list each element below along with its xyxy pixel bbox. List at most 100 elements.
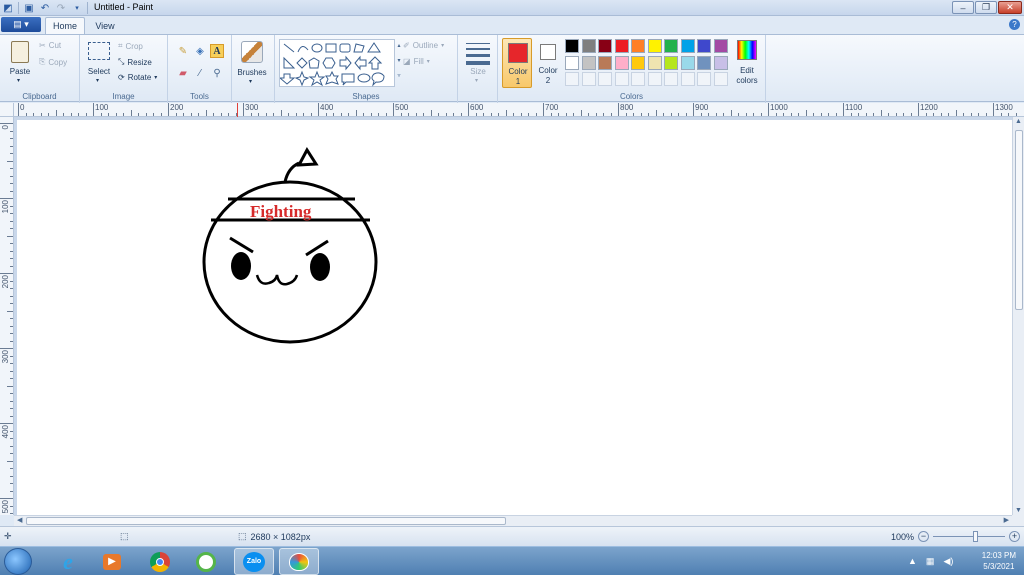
tab-home[interactable]: Home [45,17,85,34]
start-button[interactable] [4,548,32,575]
taskbar-media-player[interactable]: ▶ [92,548,132,575]
custom-color-slot[interactable] [631,72,645,86]
shapes-gallery[interactable] [278,39,395,87]
custom-color-slot[interactable] [697,72,711,86]
zoom-out-button[interactable]: − [918,531,930,542]
scroll-up-arrow[interactable]: ▲ [1015,118,1022,125]
color-swatch[interactable] [680,39,695,53]
zoom-slider[interactable] [933,531,1006,542]
ruler-tick [7,460,13,462]
taskbar-paint[interactable] [279,548,319,575]
color1-button[interactable]: Color 1 [502,38,532,88]
vertical-scroll-thumb[interactable] [1015,130,1023,310]
paint-app-icon[interactable]: ◩ [2,2,14,14]
ruler-tick [918,103,919,116]
ruler-tick [925,113,927,116]
tray-overflow-icon[interactable]: ▲ [908,556,917,567]
taskbar-app[interactable] [186,548,226,575]
text-tool-icon[interactable]: A [210,44,224,58]
close-button[interactable]: ✕ [998,1,1022,14]
vertical-scrollbar[interactable]: ▲ ▼ [1012,117,1024,515]
minimize-button[interactable]: – [952,1,974,14]
color-swatch[interactable] [565,55,579,70]
horizontal-scroll-thumb[interactable] [26,517,506,525]
zoom-in-button[interactable]: + [1009,531,1021,542]
ruler-tick [528,113,529,116]
color-swatch[interactable] [565,39,579,53]
custom-color-slot[interactable] [647,72,662,86]
color-swatch[interactable] [598,55,612,70]
ruler-tick [0,123,13,124]
shapes-scroll[interactable]: ▴ ▾ ▿ [395,39,403,87]
ruler-tick [123,113,124,116]
zoom-slider-thumb[interactable] [973,531,979,542]
color-swatch[interactable] [680,55,695,70]
ruler-tick [520,113,522,116]
custom-color-slot[interactable] [598,72,612,86]
pencil-icon[interactable]: ✎ [176,44,190,58]
color-swatch[interactable] [647,55,662,70]
color-swatch[interactable] [631,55,645,70]
color-swatch[interactable] [697,39,711,53]
taskbar-internet-explorer[interactable]: e [48,548,88,575]
color-swatch[interactable] [713,55,728,70]
outline-button[interactable]: ✐ Outline ▾ [403,41,444,50]
color2-button[interactable]: Color 2 [534,38,562,88]
copy-button[interactable]: ⎘ Copy [39,57,67,67]
color-swatch[interactable] [664,39,678,53]
horizontal-scrollbar[interactable]: ◀ ▶ [14,515,1012,526]
qat-separator [18,2,19,14]
color-swatch[interactable] [598,39,612,53]
color-swatch[interactable] [614,39,629,53]
color-swatch[interactable] [647,39,662,53]
cut-button[interactable]: ✂ Cut [39,41,61,50]
size-button[interactable]: Size ▾ [464,41,492,87]
save-icon[interactable]: ▣ [23,2,35,14]
color-swatch[interactable] [697,55,711,70]
select-button[interactable]: Select ▾ [84,39,114,84]
volume-icon[interactable]: ◀) [943,556,953,567]
crop-button[interactable]: ⌗ Crop [118,41,143,51]
tab-view[interactable]: View [88,17,122,34]
rotate-button[interactable]: ⟳ Rotate ▾ [118,73,157,82]
custom-color-slot[interactable] [664,72,678,86]
color-swatch[interactable] [713,39,728,53]
color-swatch[interactable] [581,39,596,53]
undo-icon[interactable]: ↶ [39,2,51,14]
ruler-tick-label: 1200 [920,103,938,112]
maximize-button[interactable]: ❐ [975,1,997,14]
color-swatch[interactable] [664,55,678,70]
custom-color-slot[interactable] [713,72,728,86]
color-swatch[interactable] [581,55,596,70]
brushes-button[interactable]: Brushes ▾ [234,39,270,89]
color-picker-icon[interactable]: ⁄ [193,66,207,80]
ruler-tick [475,113,477,116]
clock[interactable]: 12:03 PM 5/3/2021 [982,550,1016,572]
scroll-down-arrow[interactable]: ▼ [1015,507,1022,514]
network-icon[interactable]: ▦ [926,556,935,567]
custom-color-slot[interactable] [614,72,629,86]
taskbar-zalo[interactable]: Zalo [234,548,274,575]
paste-button[interactable]: Paste ▾ [6,39,34,84]
edit-colors-button[interactable]: Edit colors [732,39,762,87]
custom-color-slot[interactable] [581,72,596,86]
redo-icon[interactable]: ↷ [55,2,67,14]
quick-access-toolbar: ◩ ▣ ↶ ↷ ▾ [2,1,88,15]
eraser-icon[interactable]: ▰ [176,66,190,80]
magnifier-icon[interactable]: ⚲ [210,66,224,80]
resize-button[interactable]: ⤡ Resize [118,57,152,67]
fill-button[interactable]: ◪ Fill ▾ [403,57,430,66]
ruler-tick [40,113,42,116]
paint-menu-button[interactable]: ▤ ▾ [1,17,41,32]
drawing-canvas[interactable]: Fighting [17,120,1012,515]
color-swatch[interactable] [614,55,629,70]
scroll-right-arrow[interactable]: ▶ [1004,516,1009,524]
taskbar-chrome[interactable] [140,548,180,575]
help-icon[interactable]: ? [1009,19,1020,30]
custom-color-slot[interactable] [565,72,579,86]
customize-qat-icon[interactable]: ▾ [71,2,83,14]
color-swatch[interactable] [631,39,645,53]
scroll-left-arrow[interactable]: ◀ [17,516,22,524]
custom-color-slot[interactable] [680,72,695,86]
fill-bucket-icon[interactable]: ◈ [193,44,207,58]
